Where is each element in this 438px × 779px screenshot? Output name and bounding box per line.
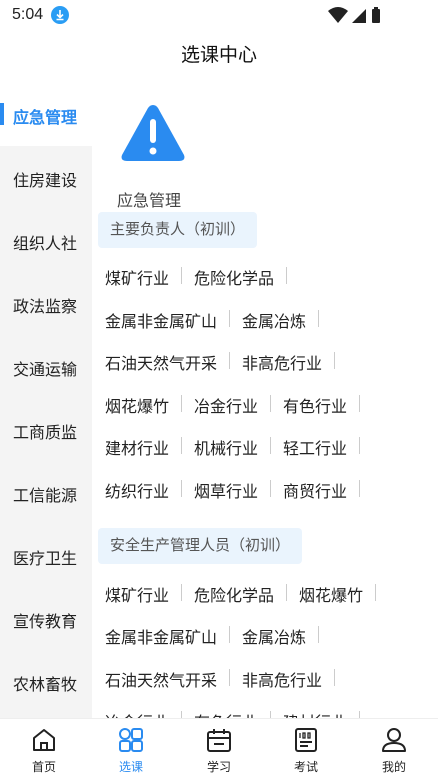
sidebar-item-label: 宣传教育 [13,614,78,631]
sidebar-item-label: 工信能源 [13,488,78,505]
grid-icon [119,728,143,752]
sidebar-item-label: 交通运输 [13,362,78,379]
industry-tag[interactable]: 金属非金属矿山 [105,308,231,332]
nav-home[interactable]: 首页 [0,719,88,779]
industry-row: 纺织行业 烟草行业 商贸行业 [105,478,372,502]
nav-study[interactable]: 学习 [175,719,263,779]
signal-icon [352,9,366,23]
sidebar-item-label: 住房建设 [13,173,78,190]
industry-tag[interactable]: 烟花爆竹 [299,582,377,606]
battery-icon [372,7,380,23]
industry-tag[interactable]: 金属冶炼 [242,308,320,332]
sidebar-item-label: 工商质监 [13,425,78,442]
industry-tag[interactable]: 烟草行业 [194,478,272,502]
industry-row: 冶金行业 有色行业 建材行业 [105,709,372,718]
industry-tag[interactable]: 商贸行业 [283,478,361,502]
industry-row: 金属非金属矿山 金属冶炼 [105,308,331,332]
sidebar-item-label: 政法监察 [13,299,78,316]
warning-icon [121,105,185,161]
download-icon [51,6,69,24]
sidebar-item-housing[interactable]: 住房建设 [0,146,92,209]
industry-tag[interactable]: 金属冶炼 [242,624,320,648]
industry-tag[interactable]: 危险化学品 [194,582,288,606]
nav-label: 选课 [118,760,143,774]
industry-tag[interactable]: 有色行业 [283,393,361,417]
sidebar-item-transport[interactable]: 交通运输 [0,335,92,398]
industry-tag[interactable]: 建材行业 [105,435,183,459]
industry-row: 建材行业 机械行业 轻工行业 [105,435,372,459]
exam-icon [295,728,317,752]
status-icons [328,6,408,29]
sidebar-item-emergency[interactable]: 应急管理 [0,83,92,146]
section-title: 主要负责人（初训） [98,212,258,248]
industry-tag[interactable]: 机械行业 [194,435,272,459]
course-list[interactable]: 应急管理 主要负责人（初训） 煤矿行业 危险化学品 金属非金属矿山 金属冶炼 石油天… [92,83,438,718]
industry-row: 石油天然气开采 非高危行业 [105,667,347,691]
industry-tag[interactable]: 冶金行业 [105,709,183,718]
page-title: 选课中心 [180,45,257,66]
wifi-icon [328,7,348,23]
sidebar-item-commerce[interactable]: 工商质监 [0,398,92,461]
sidebar-item-law[interactable]: 政法监察 [0,272,92,335]
sidebar-item-label: 组织人社 [13,236,78,253]
industry-tag[interactable]: 有色行业 [194,709,272,718]
industry-tag[interactable]: 建材行业 [283,709,361,718]
calendar-icon [207,729,231,752]
industry-tag[interactable]: 石油天然气开采 [105,350,231,374]
sidebar-item-label: 农林畜牧 [13,677,78,694]
industry-tag[interactable]: 纺织行业 [105,478,183,502]
nav-profile[interactable]: 我的 [350,719,438,779]
home-icon [33,729,55,751]
sidebar-item-energy[interactable]: 工信能源 [0,461,92,524]
industry-tag[interactable]: 非高危行业 [242,667,336,691]
sidebar-item-label: 应急管理 [13,110,78,127]
status-time: 5:04 [12,6,44,23]
industry-tag[interactable]: 危险化学品 [194,265,288,289]
status-bar: 5:04 [0,0,438,30]
category-sidebar: 应急管理 住房建设 组织人社 政法监察 交通运输 工商质监 工信能源 医疗卫生 … [0,83,92,718]
category-label: 应急管理 [117,193,182,210]
industry-tag[interactable]: 冶金行业 [194,393,272,417]
nav-exam[interactable]: 考试 [262,719,350,779]
bottom-nav: 首页 选课 学习 考试 我的 [0,718,438,779]
industry-tag[interactable]: 轻工行业 [283,435,361,459]
industry-tag[interactable]: 非高危行业 [242,350,336,374]
nav-courses[interactable]: 选课 [87,719,175,779]
nav-label: 我的 [381,760,406,774]
sidebar-item-medical[interactable]: 医疗卫生 [0,524,92,587]
user-icon [382,728,406,752]
industry-row: 石油天然气开采 非高危行业 [105,350,347,374]
sidebar-item-label: 医疗卫生 [13,551,78,568]
industry-row: 金属非金属矿山 金属冶炼 [105,624,331,648]
nav-label: 考试 [293,760,318,774]
industry-tag[interactable]: 煤矿行业 [105,582,183,606]
sidebar-item-personnel[interactable]: 组织人社 [0,209,92,272]
industry-row: 烟花爆竹 冶金行业 有色行业 [105,393,372,417]
industry-tag[interactable]: 烟花爆竹 [105,393,183,417]
industry-row: 煤矿行业 危险化学品 [105,265,299,289]
industry-tag[interactable]: 煤矿行业 [105,265,183,289]
nav-label: 首页 [31,760,56,774]
sidebar-item-education[interactable]: 宣传教育 [0,587,92,650]
industry-tag[interactable]: 金属非金属矿山 [105,624,231,648]
category-header: 应急管理 [117,103,190,210]
sidebar-item-agriculture[interactable]: 农林畜牧 [0,650,92,713]
industry-row: 煤矿行业 危险化学品 烟花爆竹 [105,582,388,606]
industry-tag[interactable]: 石油天然气开采 [105,667,231,691]
nav-label: 学习 [206,760,231,774]
section-title: 安全生产管理人员（初训） [98,528,303,564]
